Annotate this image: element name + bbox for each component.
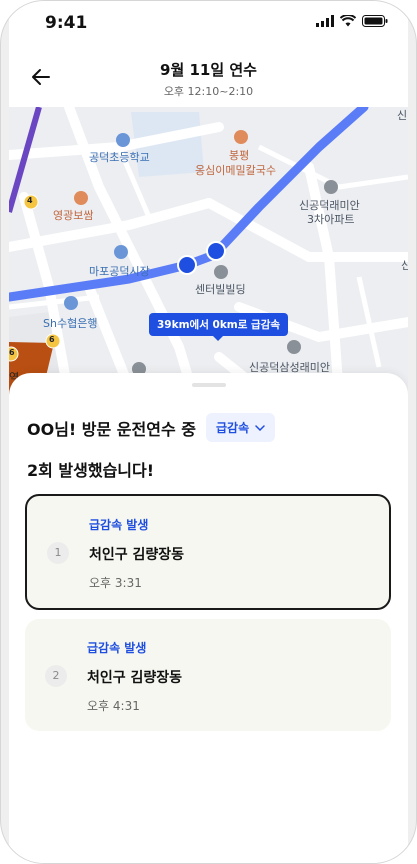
bottom-sheet: OO님! 방문 운전연수 중 급감속 2회 발생했습니다! 급감속 발생 1 처… [9, 373, 408, 863]
event-location: 처인구 김량장동 [89, 547, 185, 563]
event-time: 오후 3:31 [89, 576, 142, 590]
event-type: 급감속 발생 [87, 641, 147, 655]
poi-label[interactable]: 마포공덕시장 [89, 263, 150, 279]
summary-prefix: OO님! 방문 운전연수 중 [27, 419, 196, 439]
poi-label[interactable]: 신 [397, 107, 407, 123]
map-canvas [9, 107, 408, 397]
sheet-handle[interactable] [192, 383, 226, 387]
event-location: 처인구 김량장동 [87, 670, 183, 686]
event-card[interactable]: 급감속 발생 2 처인구 김량장동 오후 4:31 [25, 619, 391, 731]
page-title: 9월 11일 연수 [160, 61, 257, 79]
event-number: 2 [45, 665, 67, 687]
poi-label[interactable]: 옹심이메밀칼국수 [195, 162, 276, 178]
event-type: 급감속 발생 [89, 518, 149, 532]
battery-icon [362, 15, 388, 27]
road-badge: 6 [49, 335, 55, 344]
screen: 9:41 9월 11일 연수 오후 12:10~2:10 4 6 6 공덕초등학… [9, 1, 408, 863]
page-subtitle: 오후 12:10~2:10 [163, 85, 254, 98]
poi-label[interactable]: Sh수협은행 [43, 315, 97, 331]
summary-headline: OO님! 방문 운전연수 중 급감속 [27, 413, 276, 442]
event-number: 1 [47, 542, 69, 564]
status-icons [316, 15, 388, 27]
event-time: 오후 4:31 [87, 699, 140, 713]
road-badge: 4 [27, 196, 33, 205]
event-callout[interactable]: 39km에서 0km로 급감속 [149, 313, 289, 341]
wifi-icon [340, 15, 356, 27]
poi-label[interactable]: 영광보쌈 [53, 207, 93, 223]
status-time: 9:41 [45, 13, 88, 33]
phone-frame: 9:41 9월 11일 연수 오후 12:10~2:10 4 6 6 공덕초등학… [0, 0, 417, 864]
status-bar: 9:41 [9, 1, 408, 49]
chevron-down-icon [255, 424, 265, 431]
poi-label[interactable]: 봉평 [229, 147, 249, 163]
map[interactable]: 4 6 6 공덕초등학교 봉평 옹심이메밀칼국수 신공덕래미안 3차아파트 영광… [9, 107, 408, 397]
poi-label[interactable]: 신 [401, 257, 408, 273]
header: 9월 11일 연수 오후 12:10~2:10 [9, 51, 408, 107]
poi-label[interactable]: 3차아파트 [307, 211, 354, 227]
event-card[interactable]: 급감속 발생 1 처인구 김량장동 오후 3:31 [25, 494, 391, 610]
event-filter-dropdown[interactable]: 급감속 [205, 413, 276, 442]
poi-label[interactable]: 센터빌빌딩 [195, 281, 246, 297]
summary-count: 2회 발생했습니다! [27, 461, 155, 480]
poi-label[interactable]: 공덕초등학교 [89, 149, 150, 165]
event-filter-label: 급감속 [215, 421, 250, 435]
road-badge: 6 [9, 348, 15, 357]
signal-icon [316, 15, 334, 27]
